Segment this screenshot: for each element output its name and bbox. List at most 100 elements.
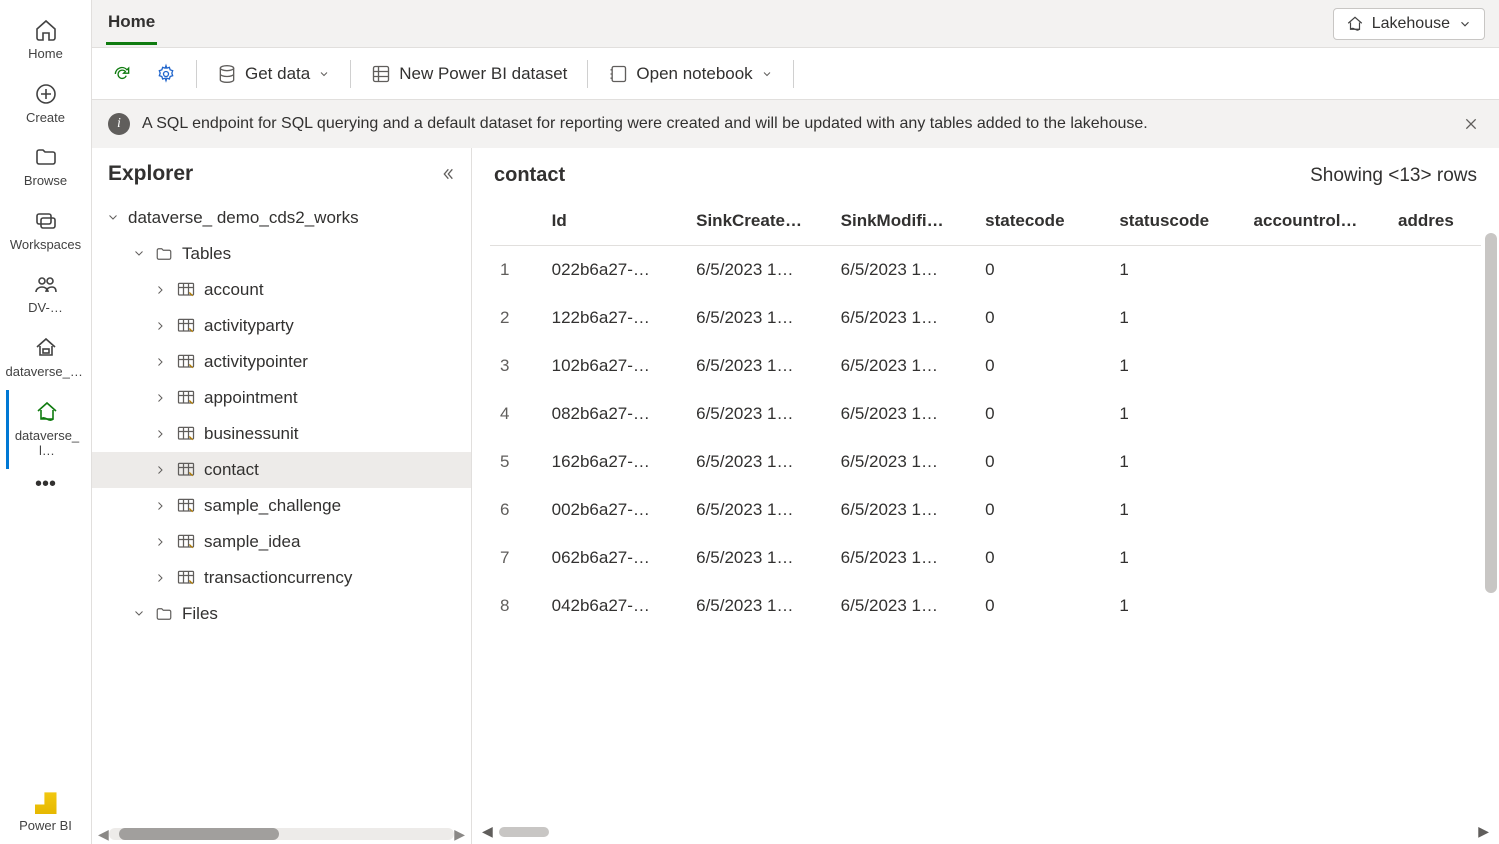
tree-table-contact[interactable]: contact xyxy=(92,452,471,488)
rail-dv-item[interactable]: DV-… xyxy=(6,262,86,326)
rail-more[interactable]: ••• xyxy=(35,473,56,496)
settings-button[interactable] xyxy=(146,58,186,90)
table-row[interactable]: 7062b6a27-…6/5/2023 1…6/5/2023 1…01 xyxy=(490,534,1481,582)
cell xyxy=(1244,438,1389,486)
row-number: 8 xyxy=(490,582,542,630)
column-header[interactable]: SinkCreate… xyxy=(686,197,831,246)
rail-workspaces[interactable]: Workspaces xyxy=(6,199,86,263)
table-row[interactable]: 3102b6a27-…6/5/2023 1…6/5/2023 1…01 xyxy=(490,342,1481,390)
rail-create[interactable]: Create xyxy=(6,72,86,136)
rail-selected-lakehouse[interactable]: dataverse_ l… xyxy=(6,390,86,469)
cell: 1 xyxy=(1109,582,1243,630)
scroll-right-icon: ▶ xyxy=(454,826,465,843)
horizontal-scrollbar[interactable]: ◀ ▶ xyxy=(472,819,1499,844)
cell: 0 xyxy=(975,534,1109,582)
grid-scroll-area[interactable]: IdSinkCreate…SinkModifi…statecodestatusc… xyxy=(472,197,1499,819)
cell: 1 xyxy=(1109,390,1243,438)
cell xyxy=(1244,486,1389,534)
home-icon xyxy=(34,18,58,42)
tree-tables[interactable]: Tables xyxy=(92,236,471,272)
column-header[interactable]: accountrol… xyxy=(1244,197,1389,246)
cell xyxy=(1244,390,1389,438)
lakehouse-selector[interactable]: Lakehouse xyxy=(1333,8,1485,40)
cell: 6/5/2023 1… xyxy=(831,390,976,438)
tree-table-sample_challenge[interactable]: sample_challenge xyxy=(92,488,471,524)
open-notebook-button[interactable]: Open notebook xyxy=(598,58,782,90)
table-row[interactable]: 2122b6a27-…6/5/2023 1…6/5/2023 1…01 xyxy=(490,294,1481,342)
rail-lakehouse-item[interactable]: dataverse_milindavdem… xyxy=(6,326,86,390)
cell: 042b6a27-… xyxy=(542,582,687,630)
data-pane: contact Showing <13> rows IdSinkCreate…S… xyxy=(472,148,1499,844)
tree-table-sample_idea[interactable]: sample_idea xyxy=(92,524,471,560)
column-header[interactable]: SinkModifi… xyxy=(831,197,976,246)
files-label: Files xyxy=(182,604,218,624)
chevron-right-icon xyxy=(154,572,168,584)
cell: 6/5/2023 1… xyxy=(686,294,831,342)
cell: 1 xyxy=(1109,534,1243,582)
cell: 0 xyxy=(975,342,1109,390)
refresh-button[interactable] xyxy=(102,58,142,90)
cell xyxy=(1388,294,1481,342)
table-row[interactable]: 4082b6a27-…6/5/2023 1…6/5/2023 1…01 xyxy=(490,390,1481,438)
table-label: transactioncurrency xyxy=(204,568,352,588)
tree-table-activitypointer[interactable]: activitypointer xyxy=(92,344,471,380)
tree-files[interactable]: Files xyxy=(92,596,471,632)
tab-home[interactable]: Home xyxy=(106,2,157,45)
column-header[interactable]: addres xyxy=(1388,197,1481,246)
lakehouse-label: Lakehouse xyxy=(1372,15,1450,33)
new-dataset-label: New Power BI dataset xyxy=(399,64,567,84)
cell: 0 xyxy=(975,294,1109,342)
table-icon xyxy=(176,532,196,552)
row-number: 3 xyxy=(490,342,542,390)
chevron-down-icon xyxy=(133,607,145,621)
lakehouse-icon xyxy=(35,400,59,424)
vertical-scrollbar[interactable] xyxy=(1485,233,1497,593)
banner-close-button[interactable] xyxy=(1459,112,1483,136)
explorer-scrollbar[interactable]: ◀ ▶ xyxy=(92,824,471,844)
table-row[interactable]: 8042b6a27-…6/5/2023 1…6/5/2023 1…01 xyxy=(490,582,1481,630)
cell: 6/5/2023 1… xyxy=(831,342,976,390)
folder-icon xyxy=(34,145,58,169)
chevron-right-icon xyxy=(154,284,168,296)
topbar: Home Lakehouse xyxy=(92,0,1499,48)
plus-circle-icon xyxy=(34,82,58,106)
left-nav-rail: Home Create Browse Workspaces DV-… datav… xyxy=(0,0,92,844)
tree-table-businessunit[interactable]: businessunit xyxy=(92,416,471,452)
collapse-explorer-button[interactable] xyxy=(439,166,455,182)
table-row[interactable]: 5162b6a27-…6/5/2023 1…6/5/2023 1…01 xyxy=(490,438,1481,486)
tree-table-appointment[interactable]: appointment xyxy=(92,380,471,416)
get-data-button[interactable]: Get data xyxy=(207,58,340,90)
people-icon xyxy=(34,272,58,296)
tree-table-activityparty[interactable]: activityparty xyxy=(92,308,471,344)
chevron-down-icon xyxy=(318,68,330,80)
rail-home[interactable]: Home xyxy=(6,8,86,72)
column-header[interactable]: statecode xyxy=(975,197,1109,246)
new-dataset-button[interactable]: New Power BI dataset xyxy=(361,58,577,90)
chevron-right-icon xyxy=(154,500,168,512)
explorer-tree: dataverse_ demo_cds2_works Tables accoun… xyxy=(92,194,471,824)
cell xyxy=(1388,342,1481,390)
table-icon xyxy=(176,388,196,408)
workspaces-icon xyxy=(34,209,58,233)
rail-browse-label: Browse xyxy=(24,173,67,189)
rail-browse[interactable]: Browse xyxy=(6,135,86,199)
chevron-down-icon xyxy=(133,247,145,261)
tree-table-transactioncurrency[interactable]: transactioncurrency xyxy=(92,560,471,596)
column-header[interactable]: statuscode xyxy=(1109,197,1243,246)
tree-table-account[interactable]: account xyxy=(92,272,471,308)
row-count: Showing <13> rows xyxy=(1310,165,1477,187)
tree-root[interactable]: dataverse_ demo_cds2_works xyxy=(92,200,471,236)
cell xyxy=(1388,390,1481,438)
table-row[interactable]: 1022b6a27-…6/5/2023 1…6/5/2023 1…01 xyxy=(490,246,1481,295)
cell xyxy=(1388,438,1481,486)
table-icon xyxy=(176,280,196,300)
rail-powerbi[interactable]: Power BI xyxy=(6,782,86,844)
table-label: account xyxy=(204,280,264,300)
cell: 6/5/2023 1… xyxy=(831,438,976,486)
column-header[interactable]: Id xyxy=(542,197,687,246)
cell: 6/5/2023 1… xyxy=(686,438,831,486)
powerbi-icon xyxy=(35,792,57,814)
row-number: 7 xyxy=(490,534,542,582)
rail-workspaces-label: Workspaces xyxy=(10,237,81,253)
table-row[interactable]: 6002b6a27-…6/5/2023 1…6/5/2023 1…01 xyxy=(490,486,1481,534)
